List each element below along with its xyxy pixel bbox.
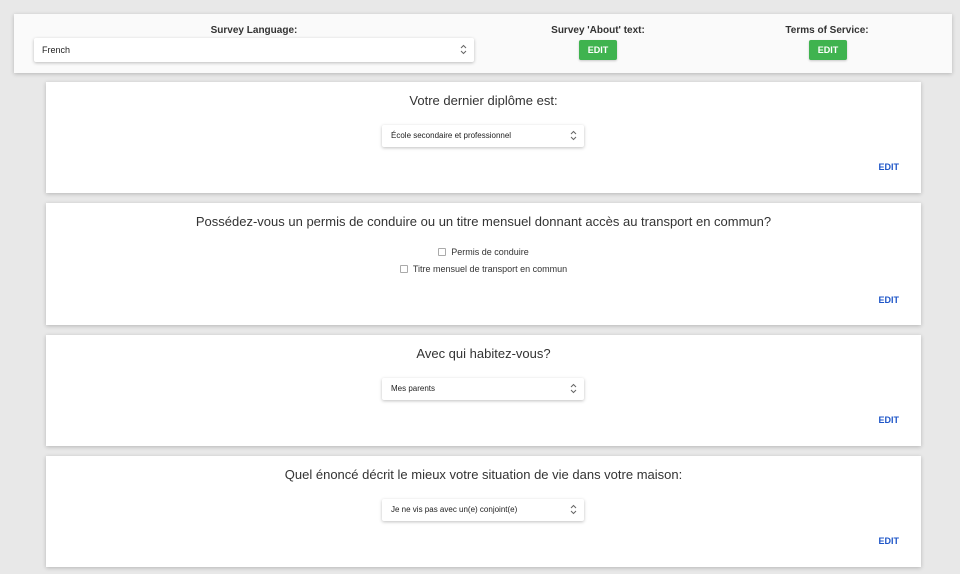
- question-card-2: Possédez-vous un permis de conduire ou u…: [46, 203, 921, 325]
- question-card-1: Votre dernier diplôme est: École seconda…: [46, 82, 921, 193]
- question-card-4: Quel énoncé décrit le mieux votre situat…: [46, 456, 921, 567]
- select-caret-icon: [570, 130, 577, 141]
- select-caret-icon: [460, 44, 467, 55]
- question-title: Votre dernier diplôme est:: [409, 93, 558, 108]
- checkbox-option[interactable]: Titre mensuel de transport en commun: [46, 264, 921, 274]
- survey-language-select[interactable]: French: [34, 38, 474, 62]
- select-caret-icon: [570, 504, 577, 515]
- edit-question-link[interactable]: EDIT: [878, 536, 899, 546]
- question-title: Possédez-vous un permis de conduire ou u…: [195, 214, 772, 229]
- survey-settings-bar: Survey Language: French Survey 'About' t…: [14, 14, 952, 73]
- question-title: Quel énoncé décrit le mieux votre situat…: [284, 467, 683, 482]
- edit-terms-button[interactable]: EDIT: [809, 40, 847, 60]
- edit-question-link[interactable]: EDIT: [878, 415, 899, 425]
- answer-select-value: Je ne vis pas avec un(e) conjoint(e): [391, 505, 518, 514]
- terms-of-service-label: Terms of Service:: [785, 25, 869, 36]
- answer-select[interactable]: Je ne vis pas avec un(e) conjoint(e): [382, 499, 584, 521]
- checkbox-label: Titre mensuel de transport en commun: [412, 264, 568, 274]
- question-title: Avec qui habitez-vous?: [416, 346, 551, 361]
- checkbox-icon[interactable]: [399, 265, 408, 273]
- select-caret-icon: [570, 383, 577, 394]
- edit-question-link[interactable]: EDIT: [878, 162, 899, 172]
- edit-question-link[interactable]: EDIT: [878, 295, 899, 305]
- checkbox-option[interactable]: Permis de conduire: [46, 247, 921, 257]
- survey-language-label: Survey Language:: [210, 25, 298, 36]
- question-card-3: Avec qui habitez-vous? Mes parents EDIT: [46, 335, 921, 446]
- answer-select[interactable]: École secondaire et professionnel: [382, 125, 584, 147]
- survey-language-value: French: [42, 45, 71, 55]
- checkbox-label: Permis de conduire: [451, 247, 529, 257]
- answer-select-value: Mes parents: [391, 384, 436, 393]
- checkbox-icon[interactable]: [438, 248, 447, 256]
- answer-select-value: École secondaire et professionnel: [391, 131, 512, 140]
- answer-select[interactable]: Mes parents: [382, 378, 584, 400]
- edit-about-button[interactable]: EDIT: [579, 40, 617, 60]
- survey-about-label: Survey 'About' text:: [551, 25, 645, 36]
